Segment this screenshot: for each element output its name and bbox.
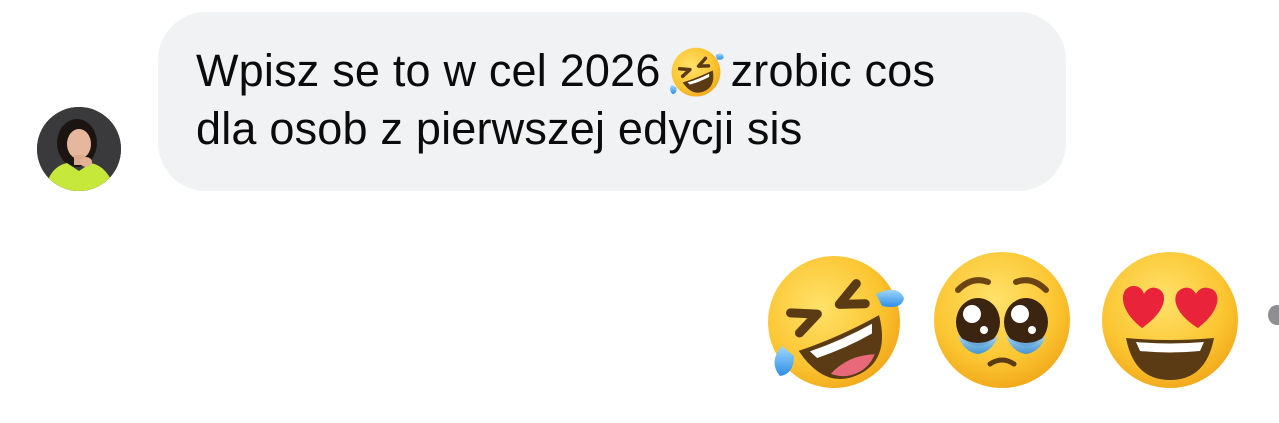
message-line-2: dla osob z pierwszej edycji sis: [196, 103, 803, 154]
message-line-1: Wpisz se to w cel 2026 zrobic cos: [196, 42, 1036, 100]
rolling-on-floor-laughing-icon: [667, 42, 725, 100]
message-text-part: zrobic cos: [730, 45, 936, 96]
message-text-part: Wpisz se to w cel 2026: [196, 45, 661, 96]
pleading-face-icon: [934, 252, 1070, 388]
avatar[interactable]: [37, 107, 121, 191]
smiling-face-with-heart-eyes-icon: [1102, 252, 1238, 388]
rolling-on-floor-laughing-icon: [768, 256, 904, 388]
profile-photo-avatar: [37, 107, 121, 191]
incoming-message-bubble[interactable]: Wpisz se to w cel 2026 zrobic cos dla os…: [158, 12, 1066, 191]
message-status-dot: [1268, 305, 1279, 325]
